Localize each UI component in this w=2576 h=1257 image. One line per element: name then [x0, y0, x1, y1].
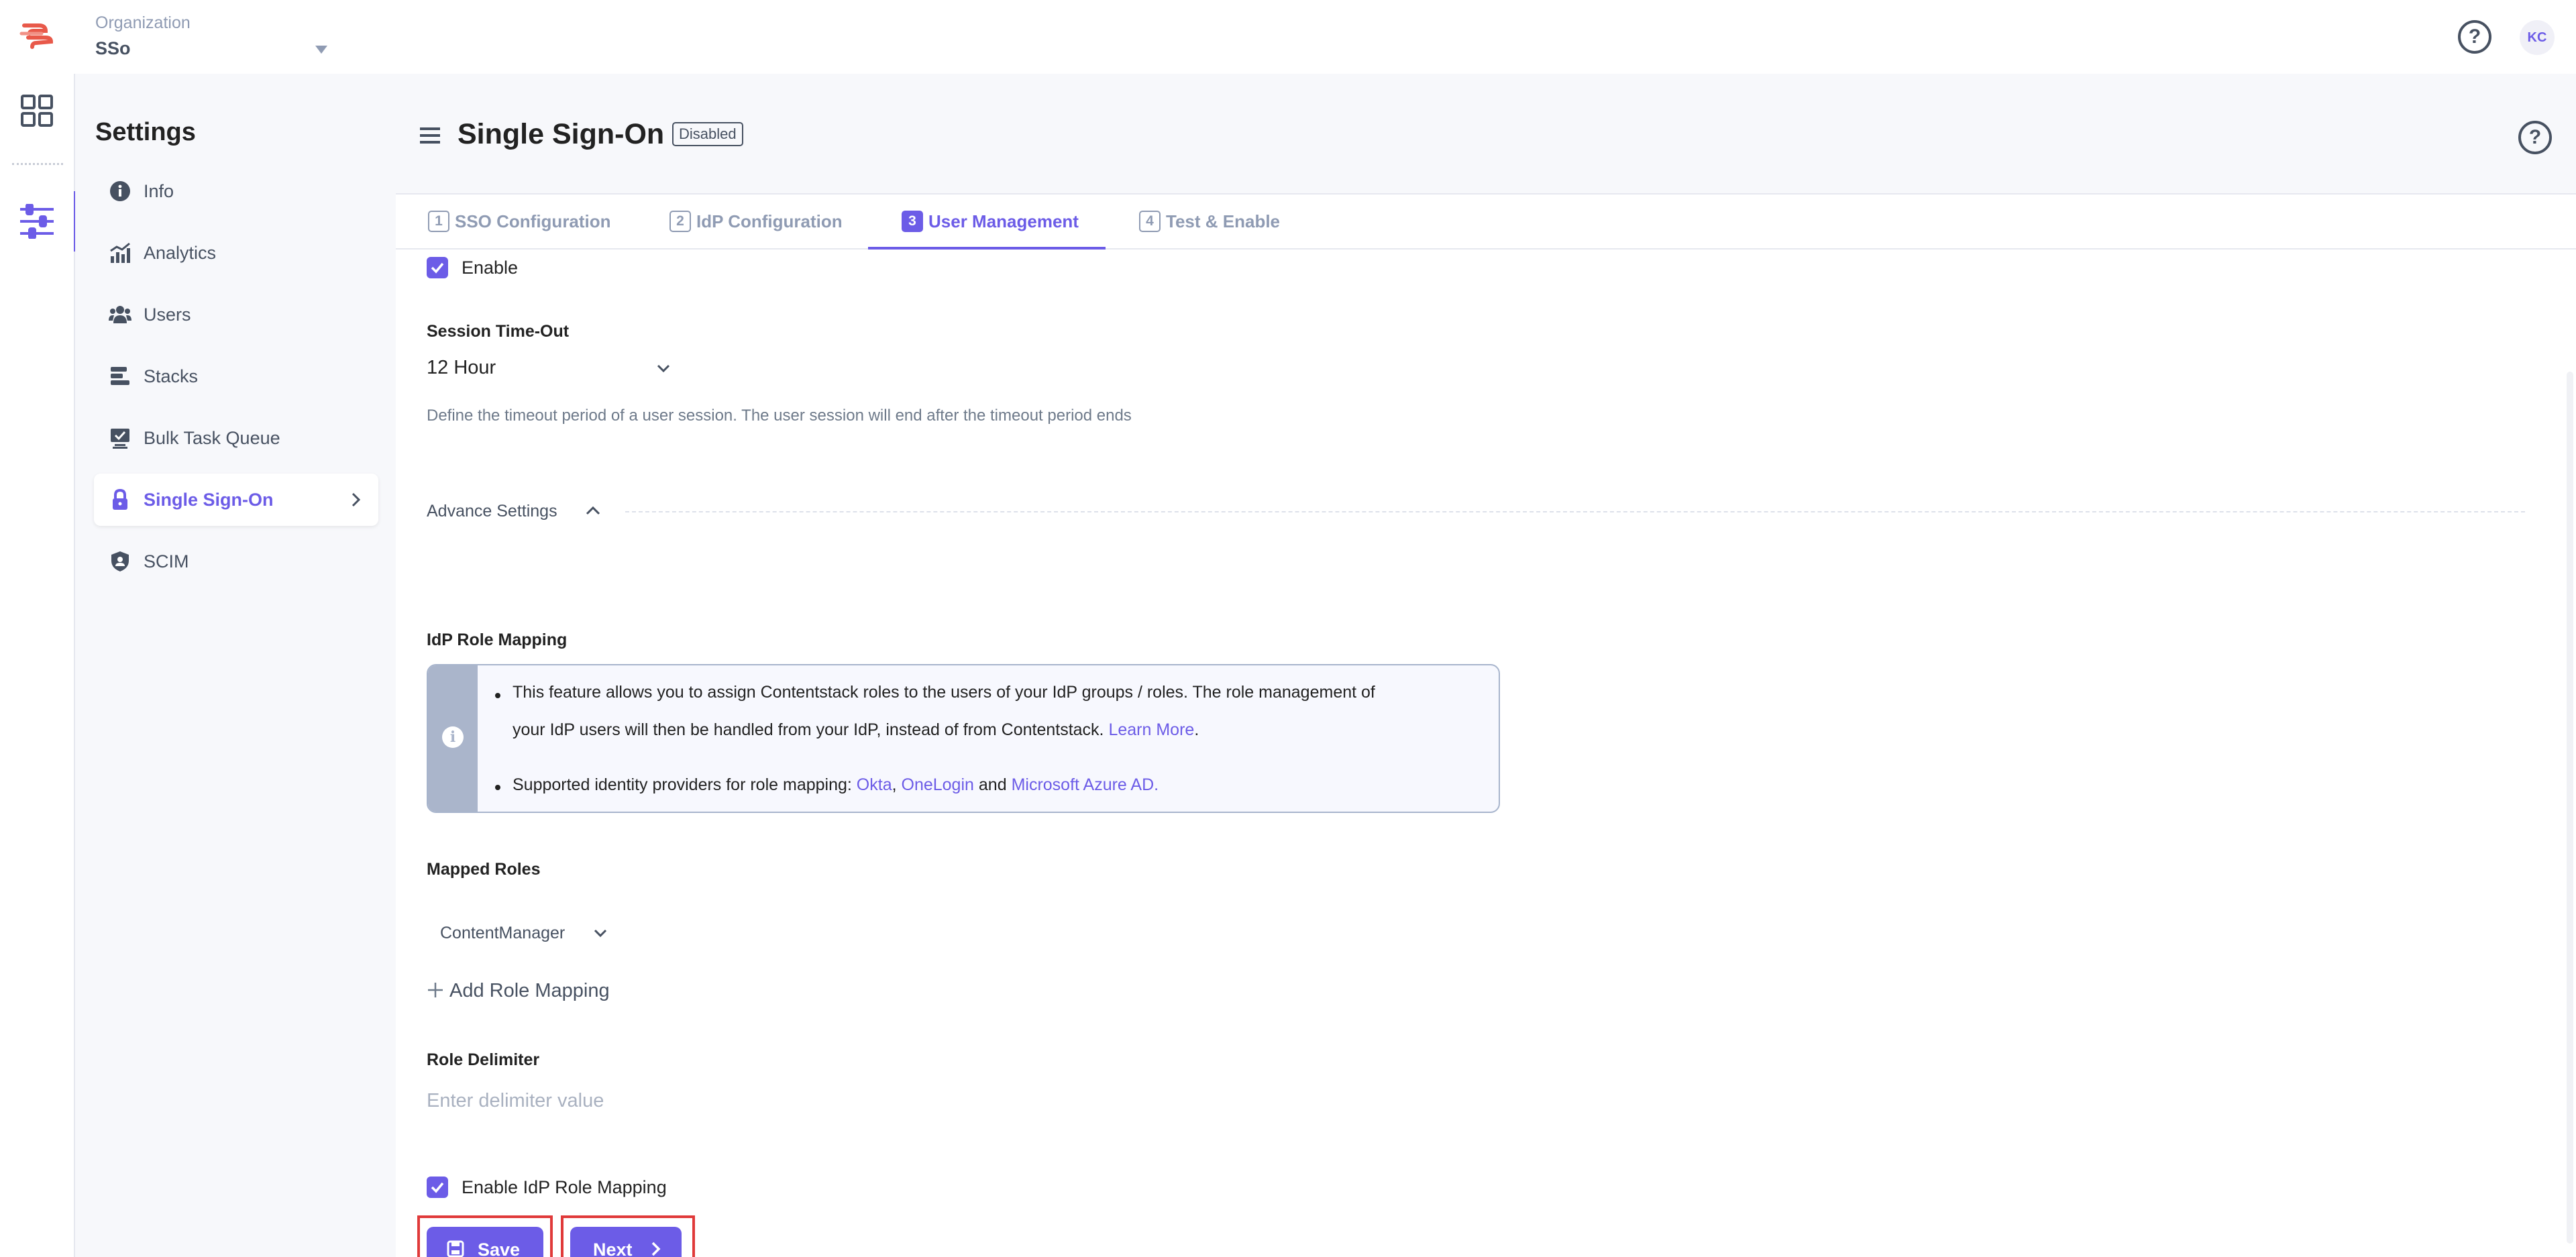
notice-line-2-text: your IdP users will then be handled from… [513, 720, 1104, 739]
sidebar-item-label: SCIM [144, 551, 189, 571]
okta-link[interactable]: Okta [857, 775, 892, 794]
settings-sidebar: Settings Info Analytics Users Stacks Bul… [75, 74, 396, 1257]
help-icon[interactable]: ? [2458, 20, 2491, 54]
left-rail [0, 74, 76, 1257]
sidebar-item-label: Single Sign-On [144, 490, 274, 510]
advance-settings-toggle[interactable]: Advance Settings [427, 498, 2525, 525]
notice-comma: , [892, 775, 897, 794]
onelogin-link[interactable]: OneLogin [902, 775, 974, 794]
tab-label: Test & Enable [1166, 211, 1281, 231]
status-badge: Disabled [672, 122, 743, 146]
save-icon [447, 1240, 464, 1257]
next-button[interactable]: Next [570, 1227, 682, 1257]
add-role-mapping-label: Add Role Mapping [449, 980, 610, 1001]
checkmark-icon [431, 1182, 444, 1193]
bullet [495, 785, 500, 790]
role-delimiter-label: Role Delimiter [427, 1050, 540, 1069]
analytics-icon [109, 241, 131, 264]
organization-label: Organization [95, 13, 191, 32]
rail-divider [12, 163, 63, 165]
sidebar-item-info[interactable]: Info [94, 165, 378, 217]
sidebar-item-label: Analytics [144, 243, 217, 263]
mapped-role-dropdown[interactable]: ContentManager [436, 914, 624, 951]
stacks-icon [109, 365, 131, 388]
notice-and: and [978, 775, 1007, 794]
enable-checkbox[interactable] [427, 257, 448, 278]
bulk-task-icon [109, 427, 131, 449]
sidebar-item-stacks[interactable]: Stacks [94, 350, 378, 402]
notice-line-1: This feature allows you to assign Conten… [513, 683, 1375, 702]
step-tabs: 1 SSO Configuration 2 IdP Configuration … [396, 195, 2576, 250]
info-icon [109, 180, 131, 203]
scrollbar[interactable] [2567, 372, 2573, 1244]
notice-line-2: your IdP users will then be handled from… [513, 720, 1199, 740]
checkmark-icon [431, 262, 444, 274]
tab-step-number: 3 [902, 211, 923, 232]
session-timeout-value: 12 Hour [427, 357, 496, 378]
page-header: Single Sign-On Disabled ? [396, 74, 2576, 195]
save-button[interactable]: Save [427, 1227, 543, 1257]
tab-step-number: 1 [428, 211, 449, 232]
chevron-down-icon [653, 358, 674, 378]
enable-idp-role-mapping-label: Enable IdP Role Mapping [462, 1177, 667, 1197]
sidebar-title: Settings [95, 118, 196, 146]
next-button-label: Next [593, 1240, 633, 1257]
contentstack-logo-icon[interactable] [19, 20, 55, 54]
tab-label: SSO Configuration [455, 211, 611, 231]
tab-step-number: 4 [1139, 211, 1161, 232]
chevron-down-icon [590, 923, 610, 943]
bullet [495, 693, 500, 698]
dashboard-grid-icon[interactable] [20, 94, 54, 127]
notice-period: . [1194, 720, 1199, 739]
session-timeout-label: Session Time-Out [427, 322, 570, 341]
tab-label: User Management [928, 211, 1079, 231]
chevron-up-icon [582, 500, 604, 522]
mapped-roles-label: Mapped Roles [427, 860, 541, 879]
sidebar-item-label: Users [144, 305, 191, 325]
avatar[interactable]: KC [2520, 20, 2555, 55]
sidebar-item-label: Info [144, 181, 174, 201]
lock-icon [109, 488, 131, 511]
settings-sliders-icon[interactable] [19, 203, 55, 239]
session-timeout-help: Define the timeout period of a user sess… [427, 406, 1132, 425]
enable-idp-role-mapping-checkbox[interactable] [427, 1177, 448, 1198]
notice-line-3: Supported identity providers for role ma… [513, 775, 1159, 795]
organization-value: SSo [95, 38, 131, 58]
help-icon[interactable]: ? [2518, 121, 2552, 154]
info-icon: i [442, 726, 464, 748]
users-icon [109, 303, 131, 326]
top-bar: Organization SSo ? KC [0, 0, 2576, 74]
main-content: Single Sign-On Disabled ? 1 SSO Configur… [396, 74, 2576, 1257]
mapped-role-value: ContentManager [440, 924, 566, 942]
caret-down-icon [315, 46, 327, 54]
shield-icon [109, 550, 131, 573]
advance-settings-label: Advance Settings [427, 502, 557, 521]
hamburger-menu-icon[interactable] [420, 127, 440, 144]
sidebar-item-label: Bulk Task Queue [144, 428, 280, 448]
sidebar-item-bulk-task-queue[interactable]: Bulk Task Queue [94, 412, 378, 464]
tab-step-number: 2 [669, 211, 691, 232]
sidebar-item-label: Stacks [144, 366, 199, 386]
section-divider [625, 511, 2525, 512]
azure-ad-link[interactable]: Microsoft Azure AD. [1012, 775, 1159, 794]
enable-label: Enable [462, 258, 519, 278]
save-button-label: Save [478, 1240, 521, 1257]
plus-icon [427, 981, 444, 999]
session-timeout-select[interactable]: 12 Hour [427, 350, 682, 385]
sidebar-item-users[interactable]: Users [94, 288, 378, 341]
role-delimiter-input[interactable] [427, 1084, 963, 1117]
page-title: Single Sign-On [458, 118, 665, 150]
sidebar-item-single-sign-on[interactable]: Single Sign-On [94, 474, 378, 526]
chevron-right-icon [647, 1240, 664, 1257]
sidebar-item-scim[interactable]: SCIM [94, 535, 378, 588]
organization-selector[interactable]: Organization SSo [95, 13, 327, 59]
chevron-right-icon [346, 490, 365, 509]
role-mapping-info-notice: i This feature allows you to assign Cont… [427, 664, 1500, 813]
tab-label: IdP Configuration [696, 211, 843, 231]
learn-more-link[interactable]: Learn More [1108, 720, 1194, 739]
sidebar-item-analytics[interactable]: Analytics [94, 227, 378, 279]
user-management-form: Enable Session Time-Out 12 Hour Define t… [396, 250, 2576, 1257]
idp-role-mapping-label: IdP Role Mapping [427, 631, 568, 649]
notice-line-3-text: Supported identity providers for role ma… [513, 775, 852, 794]
